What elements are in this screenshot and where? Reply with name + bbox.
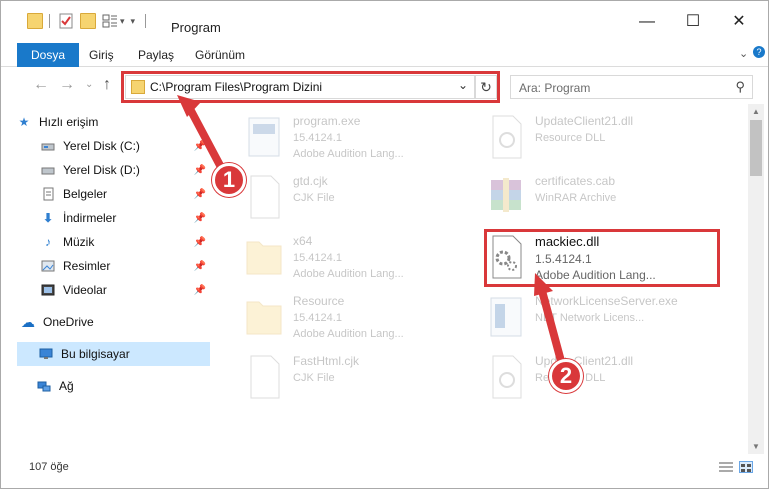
tiles-view-icon[interactable] [739,461,753,473]
details-view-icon[interactable] [719,461,733,473]
status-bar: 107 öğe [1,454,768,480]
item-count: 107 öğe [29,461,69,473]
callout-badge-2: 2 [549,359,583,393]
callout-arrows [177,95,565,365]
callout-badge-1: 1 [212,163,246,197]
explorer-window: ▾ ▾ Program — ☐ ✕ Dosya Giriş Paylaş Gör… [0,0,769,489]
